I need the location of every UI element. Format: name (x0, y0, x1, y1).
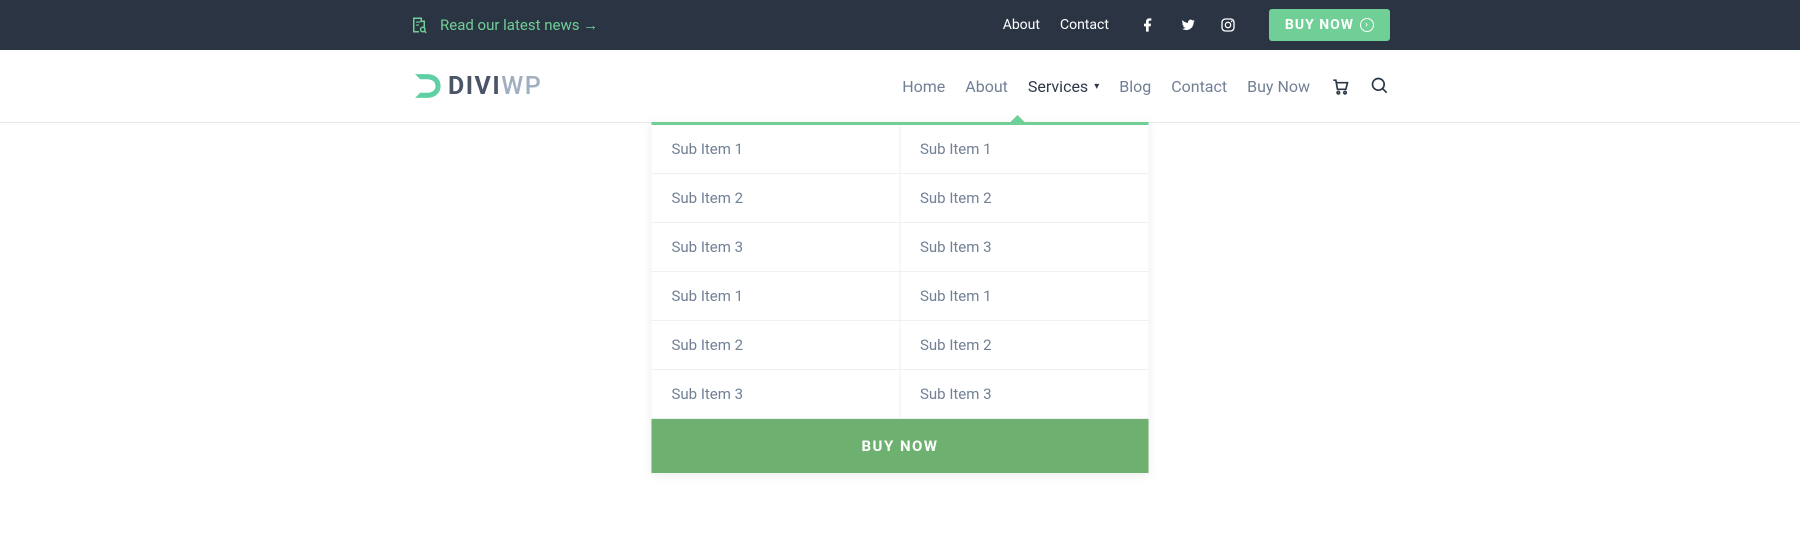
instagram-icon[interactable] (1219, 16, 1237, 34)
nav-home[interactable]: Home (902, 77, 945, 96)
dropdown-item[interactable]: Sub Item 2 (900, 174, 1149, 223)
dropdown-item[interactable]: Sub Item 1 (900, 125, 1149, 174)
main-nav: Home About Services ▾ Blog Contact Buy N… (902, 76, 1390, 96)
buy-now-top-button[interactable]: BUY NOW › (1269, 9, 1390, 41)
facebook-icon[interactable] (1139, 16, 1157, 34)
nav-buy-now[interactable]: Buy Now (1247, 77, 1310, 96)
dropdown-item[interactable]: Sub Item 3 (652, 370, 901, 419)
top-link-contact[interactable]: Contact (1060, 17, 1109, 33)
main-header: DIVIWP Home About Services ▾ Blog Contac… (0, 50, 1800, 123)
dropdown-item[interactable]: Sub Item 2 (652, 321, 901, 370)
social-icons (1139, 16, 1237, 34)
dropdown-item[interactable]: Sub Item 2 (652, 174, 901, 223)
logo[interactable]: DIVIWP (410, 69, 542, 103)
dropdown-item[interactable]: Sub Item 3 (652, 223, 901, 272)
cart-icon[interactable] (1330, 76, 1350, 96)
news-link[interactable]: Read our latest news → (410, 16, 598, 34)
document-search-icon (410, 16, 428, 34)
dropdown-item[interactable]: Sub Item 1 (900, 272, 1149, 321)
services-dropdown: Sub Item 1 Sub Item 1 Sub Item 2 Sub Ite… (652, 122, 1149, 473)
nav-contact[interactable]: Contact (1171, 77, 1227, 96)
news-label: Read our latest news → (440, 16, 598, 34)
dropdown-item[interactable]: Sub Item 3 (900, 370, 1149, 419)
dropdown-item[interactable]: Sub Item 3 (900, 223, 1149, 272)
search-icon[interactable] (1370, 76, 1390, 96)
chevron-down-icon: ▾ (1094, 81, 1099, 92)
dropdown-item[interactable]: Sub Item 1 (652, 125, 901, 174)
nav-blog[interactable]: Blog (1119, 77, 1151, 96)
dropdown-buy-now-button[interactable]: BUY NOW (652, 419, 1149, 473)
nav-services-label: Services (1028, 77, 1088, 96)
nav-services[interactable]: Services ▾ (1028, 77, 1099, 96)
logo-mark-icon (410, 69, 444, 103)
top-bar: Read our latest news → About Contact BUY… (0, 0, 1800, 50)
dropdown-item[interactable]: Sub Item 1 (652, 272, 901, 321)
buy-now-top-label: BUY NOW (1285, 17, 1354, 33)
top-right: About Contact BUY NOW › (1003, 9, 1390, 41)
arrow-circle-icon: › (1360, 18, 1374, 32)
top-link-about[interactable]: About (1003, 17, 1040, 33)
dropdown-item[interactable]: Sub Item 2 (900, 321, 1149, 370)
logo-text: DIVIWP (448, 72, 542, 101)
nav-about[interactable]: About (965, 77, 1008, 96)
twitter-icon[interactable] (1179, 16, 1197, 34)
